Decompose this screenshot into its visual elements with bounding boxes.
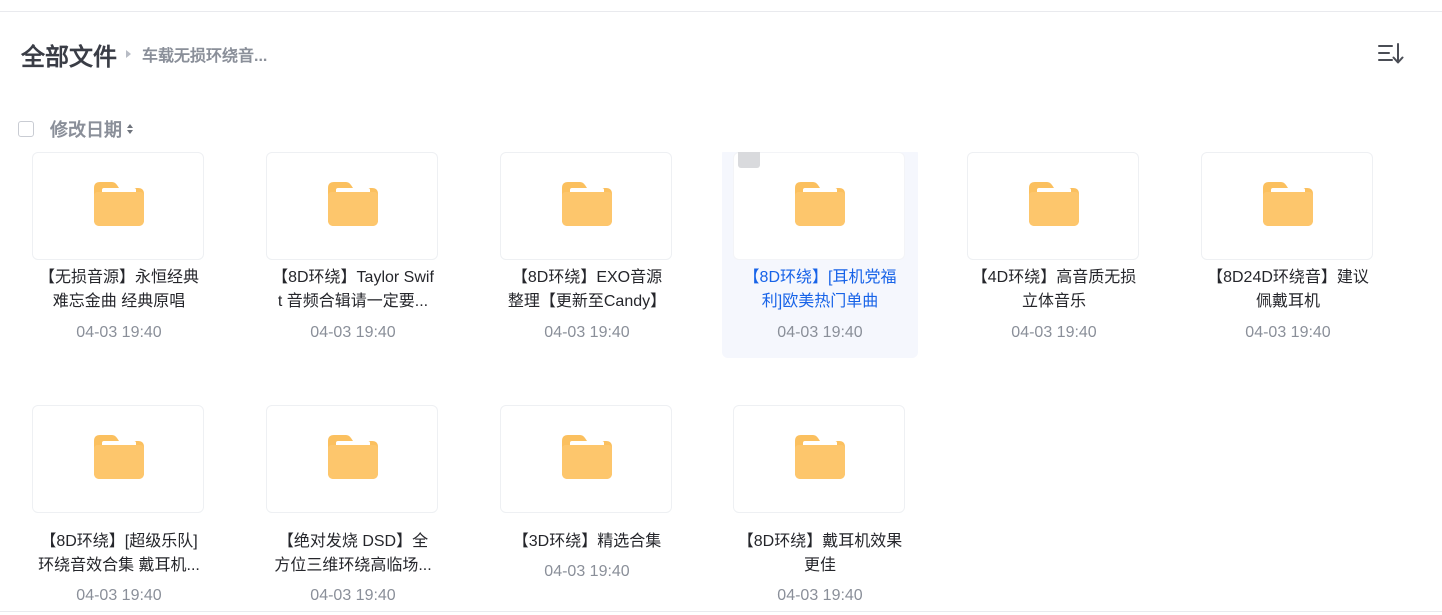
folder-name: 【8D环绕】Taylor Swif t 音频合辑请一定要... [272,269,434,310]
sort-toggle-icon [127,124,133,134]
sort-by-modified-date[interactable]: 修改日期 [50,116,133,142]
folder-date: 04-03 19:40 [1011,324,1097,341]
folder-name: 【8D环绕】[耳机党福 利]欧美热门单曲 [743,269,897,310]
folder-item[interactable]: 【3D环绕】精选合集 04-03 19:40 [489,401,685,611]
folder-thumbnail [32,405,204,513]
folder-date: 04-03 19:40 [310,324,396,341]
folder-icon [1263,182,1313,226]
folder-date: 04-03 19:40 [76,587,162,604]
folder-name: 【无损音源】永恒经典 难忘金曲 经典原唱 [38,269,199,310]
folder-icon [795,435,845,479]
folder-icon [562,182,612,226]
sort-list-icon [1378,43,1404,64]
folder-date: 04-03 19:40 [310,587,396,604]
file-grid: 【无损音源】永恒经典 难忘金曲 经典原唱 04-03 19:40 【8D环绕】T… [0,152,1442,611]
folder-name: 【8D环绕】[超级乐队] 环绕音效合集 戴耳机... [38,533,200,574]
folder-date: 04-03 19:40 [777,324,863,341]
folder-date: 04-03 19:40 [544,324,630,341]
breadcrumb-current: 车载无损环绕音... [142,48,268,65]
bottom-divider [0,611,1442,612]
item-checkbox[interactable] [738,152,760,168]
folder-icon [562,435,612,479]
folder-thumbnail [500,152,672,260]
folder-icon [1029,182,1079,226]
folder-item[interactable]: 【无损音源】永恒经典 难忘金曲 经典原唱 04-03 19:40 [21,152,217,358]
folder-thumbnail [967,152,1139,260]
folder-thumbnail [266,152,438,260]
folder-date: 04-03 19:40 [76,324,162,341]
folder-thumbnail [733,152,905,260]
folder-thumbnail [733,405,905,513]
folder-name: 【4D环绕】高音质无损 立体音乐 [971,269,1137,310]
top-divider [0,11,1442,12]
folder-name: 【3D环绕】精选合集 [512,533,662,550]
breadcrumb: 全部文件 车载无损环绕音... [21,35,267,73]
folder-thumbnail [266,405,438,513]
breadcrumb-separator-icon [126,50,131,58]
list-toolbar: 修改日期 [18,116,133,142]
folder-icon [94,182,144,226]
folder-date: 04-03 19:40 [777,587,863,604]
folder-date: 04-03 19:40 [544,563,630,580]
folder-item[interactable]: 【8D环绕】戴耳机效果 更佳 04-03 19:40 [722,401,918,611]
folder-item[interactable]: 【4D环绕】高音质无损 立体音乐 04-03 19:40 [956,152,1152,358]
sort-label-text: 修改日期 [50,120,122,140]
sort-list-button[interactable] [1376,41,1406,67]
folder-icon [795,182,845,226]
folder-item[interactable]: 【8D环绕】Taylor Swif t 音频合辑请一定要... 04-03 19… [255,152,451,358]
select-all-checkbox[interactable] [18,121,34,137]
folder-name: 【绝对发烧 DSD】全 方位三维环绕高临场... [274,533,432,574]
folder-item[interactable]: 【8D环绕】[超级乐队] 环绕音效合集 戴耳机... 04-03 19:40 [21,401,217,611]
folder-icon [328,435,378,479]
folder-thumbnail [500,405,672,513]
folder-thumbnail [1201,152,1373,260]
folder-date: 04-03 19:40 [1245,324,1331,341]
folder-name: 【8D环绕】EXO音源 整理【更新至Candy】 [507,269,667,310]
folder-item-selected[interactable]: 【8D环绕】[耳机党福 利]欧美热门单曲 04-03 19:40 [722,152,918,358]
folder-name: 【8D24D环绕音】建议 佩戴耳机 [1207,269,1369,310]
folder-item[interactable]: 【绝对发烧 DSD】全 方位三维环绕高临场... 04-03 19:40 [255,401,451,611]
folder-name: 【8D环绕】戴耳机效果 更佳 [737,533,903,574]
breadcrumb-root[interactable]: 全部文件 [21,37,117,72]
folder-thumbnail [32,152,204,260]
folder-icon [328,182,378,226]
folder-icon [94,435,144,479]
folder-item[interactable]: 【8D环绕】EXO音源 整理【更新至Candy】 04-03 19:40 [489,152,685,358]
folder-item[interactable]: 【8D24D环绕音】建议 佩戴耳机 04-03 19:40 [1190,152,1386,358]
